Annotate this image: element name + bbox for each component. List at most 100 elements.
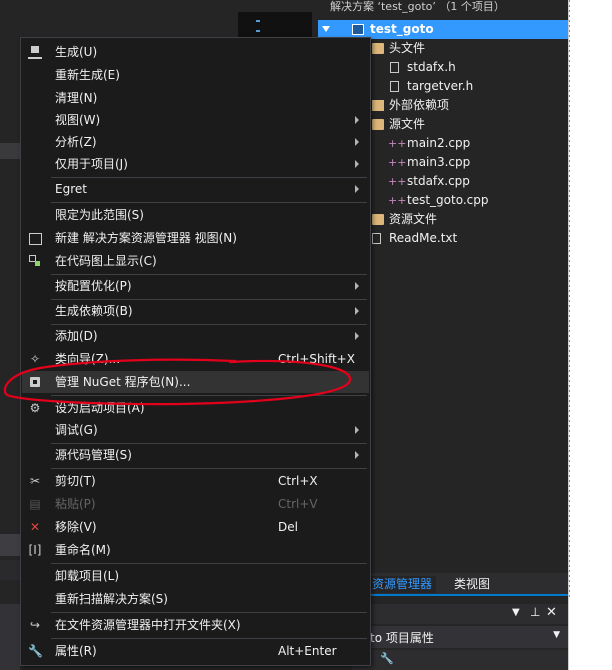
remove-x-icon: ✕ <box>29 520 41 534</box>
menu-item-shortcut: Alt+Enter <box>278 644 337 658</box>
menu-item-egret[interactable]: Egret <box>22 178 369 200</box>
menu-item-shortcut: Ctrl+X <box>278 474 318 488</box>
menu-item-add[interactable]: 添加(D) <box>22 325 369 347</box>
properties-object-label: to 项目属性 <box>370 631 434 645</box>
cpp-file-icon: ++ <box>388 194 407 207</box>
output-panel-band <box>0 604 20 670</box>
menu-item-view[interactable]: 视图(W) <box>22 109 369 131</box>
menu-item-label: 分析(Z) <box>55 135 97 149</box>
menu-separator <box>51 202 367 203</box>
submenu-arrow-icon <box>355 138 359 146</box>
menu-item-label: 仅用于项目(J) <box>55 157 128 171</box>
header-file-icon <box>390 81 399 92</box>
tree-item-label: 外部依赖项 <box>389 98 450 112</box>
dropdown-icon[interactable]: ▼ <box>512 607 520 618</box>
menu-item-manage-nuget[interactable]: 管理 NuGet 程序包(N)... <box>22 371 369 393</box>
menu-item-label: 调试(G) <box>55 423 98 437</box>
rename-icon: [I] <box>28 543 42 557</box>
menu-item-unload[interactable]: 卸载项目(L) <box>22 565 369 587</box>
tree-item-label: test_goto <box>370 22 434 36</box>
tree-item-label: main2.cpp <box>407 136 471 150</box>
menu-item-build-deps[interactable]: 生成依赖项(B) <box>22 300 369 322</box>
tree-item-label: test_goto.cpp <box>407 193 489 207</box>
menu-item-label: 管理 NuGet 程序包(N)... <box>55 375 191 389</box>
close-icon[interactable]: ✕ <box>546 605 557 620</box>
editor-panel-band <box>0 534 20 556</box>
solution-header: 解决方案 ‘test_goto’ （1 个项目） <box>330 0 505 13</box>
menu-item-open-in-explorer[interactable]: ↪ 在文件资源管理器中打开文件夹(X) <box>22 614 369 636</box>
tab-solution-explorer[interactable]: 资源管理器 <box>368 576 437 593</box>
menu-item-label: 卸载项目(L) <box>55 569 120 583</box>
tree-item-label: targetver.h <box>407 79 474 93</box>
properties-object-selector[interactable]: to 项目属性 ▼ <box>352 626 568 648</box>
expand-arrow-icon[interactable] <box>322 26 330 32</box>
properties-title-bar: ▼ ⊥ ✕ <box>352 604 568 624</box>
properties-toolbar: 🔧 <box>352 650 568 670</box>
menu-separator <box>51 612 367 613</box>
menu-item-label: 清理(N) <box>55 91 98 105</box>
tree-item-label: stdafx.h <box>407 60 456 74</box>
header-file-icon <box>390 62 399 73</box>
submenu-arrow-icon <box>355 307 359 315</box>
menu-item-label: 设为启动项目(A) <box>55 401 145 415</box>
tree-item-label: main3.cpp <box>407 155 471 169</box>
pin-icon[interactable]: ⊥ <box>530 605 540 619</box>
editor-tab-strip <box>0 143 20 159</box>
gear-icon: ⚙ <box>29 401 41 415</box>
menu-item-remove[interactable]: ✕ 移除(V) Del <box>22 516 369 538</box>
menu-item-new-view[interactable]: 新建 解决方案资源管理器 视图(N) <box>22 227 369 249</box>
menu-item-shortcut: Ctrl+Shift+X <box>278 352 355 366</box>
menu-item-debug[interactable]: 调试(G) <box>22 419 369 441</box>
menu-item-clean[interactable]: 清理(N) <box>22 87 369 109</box>
menu-item-class-wizard[interactable]: ✧ 类向导(Z)... Ctrl+Shift+X <box>22 348 369 370</box>
nuget-package-icon <box>28 375 42 389</box>
menu-item-cut[interactable]: ✂ 剪切(T) Ctrl+X <box>22 470 369 492</box>
external-deps-icon <box>372 100 384 111</box>
menu-item-rename[interactable]: [I] 重命名(M) <box>22 539 369 561</box>
editor-panel-band <box>0 560 20 580</box>
menu-item-source-control[interactable]: 源代码管理(S) <box>22 444 369 466</box>
menu-item-scope-to-this[interactable]: 限定为此范围(S) <box>22 204 369 226</box>
tab-class-view[interactable]: 类视图 <box>450 576 494 593</box>
side-strip <box>568 0 612 670</box>
cpp-file-icon: ++ <box>388 175 407 188</box>
tree-item-label: 资源文件 <box>389 212 438 226</box>
cpp-file-icon: ++ <box>388 156 407 169</box>
menu-item-build[interactable]: 生成(U) <box>22 41 369 63</box>
chevron-down-icon[interactable]: ▼ <box>553 630 560 640</box>
class-wizard-icon: ✧ <box>29 352 41 366</box>
submenu-arrow-icon <box>355 160 359 168</box>
build-icon <box>28 45 42 59</box>
submenu-arrow-icon <box>355 282 359 290</box>
menu-item-project-only[interactable]: 仅用于项目(J) <box>22 153 369 175</box>
menu-separator <box>51 638 367 639</box>
submenu-arrow-icon <box>355 426 359 434</box>
menu-item-pgo[interactable]: 按配置优化(P) <box>22 275 369 297</box>
menu-item-set-startup[interactable]: ⚙ 设为启动项目(A) <box>22 397 369 419</box>
menu-item-label: 生成(U) <box>55 45 98 59</box>
menu-item-rescan[interactable]: 重新扫描解决方案(S) <box>22 588 369 610</box>
tree-item-label: 源文件 <box>389 117 426 131</box>
new-view-icon <box>28 231 42 245</box>
folder-icon <box>372 214 384 225</box>
menu-item-label: 属性(R) <box>55 644 97 658</box>
submenu-arrow-icon <box>355 451 359 459</box>
text-file-icon <box>372 233 381 244</box>
menu-item-paste: ▤ 粘贴(P) Ctrl+V <box>22 493 369 515</box>
folder-icon <box>372 119 384 130</box>
panel-splitter[interactable] <box>569 0 570 600</box>
cpp-file-icon: ++ <box>388 137 407 150</box>
menu-separator <box>51 563 367 564</box>
wrench-icon: 🔧 <box>28 644 43 658</box>
menu-item-analyze[interactable]: 分析(Z) <box>22 131 369 153</box>
clipboard-icon: ▤ <box>29 497 41 511</box>
editor-minimap <box>238 12 312 38</box>
menu-item-show-on-codemap[interactable]: 在代码图上显示(C) <box>22 250 369 272</box>
menu-item-rebuild[interactable]: 重新生成(E) <box>22 64 369 86</box>
menu-item-label: 重新生成(E) <box>55 68 120 82</box>
menu-separator <box>51 468 367 469</box>
submenu-arrow-icon <box>355 332 359 340</box>
menu-item-label: 添加(D) <box>55 329 98 343</box>
menu-item-properties[interactable]: 🔧 属性(R) Alt+Enter <box>22 640 369 662</box>
wrench-icon[interactable]: 🔧 <box>380 652 394 665</box>
